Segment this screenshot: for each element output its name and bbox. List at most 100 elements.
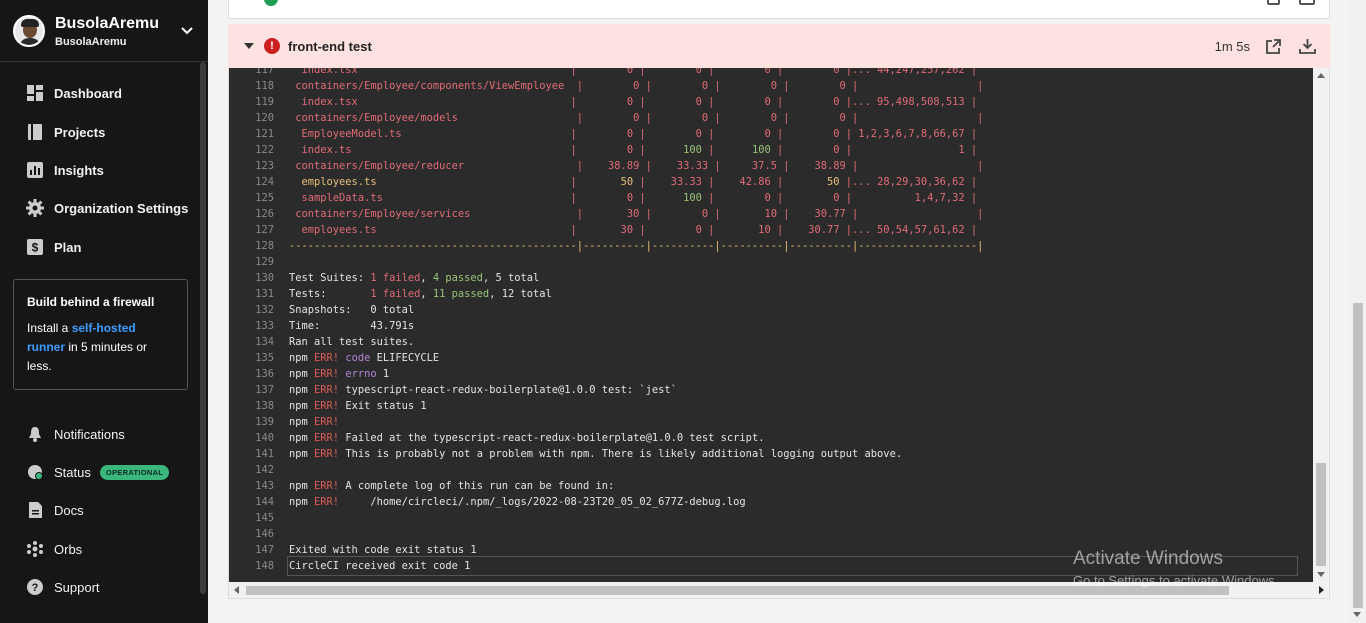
download-icon[interactable] bbox=[1298, 37, 1316, 55]
line-text: employees.ts | 30 | 0 | 10 | 30.77 |... … bbox=[289, 222, 978, 238]
log-segment: ERR! bbox=[314, 368, 340, 380]
log-segment: index.ts bbox=[289, 144, 571, 156]
sidebar-scrollbar[interactable] bbox=[200, 62, 206, 594]
download-icon[interactable] bbox=[1299, 0, 1315, 5]
line-number: 148 bbox=[255, 560, 274, 572]
page-scrollbar[interactable] bbox=[1349, 0, 1366, 623]
line-number: 135 bbox=[255, 352, 274, 364]
line-number: 123 bbox=[255, 160, 274, 172]
line-text: npm ERR! /home/circleci/.npm/_logs/2022-… bbox=[289, 494, 746, 510]
sidebar-item-label: Docs bbox=[54, 502, 84, 518]
previous-step-row[interactable] bbox=[228, 0, 1330, 19]
dashboard-icon bbox=[26, 84, 44, 102]
runner-promo: Build behind a firewall Install a self-h… bbox=[13, 279, 188, 390]
dollar-icon: $ bbox=[26, 238, 44, 256]
line-number: 125 bbox=[255, 192, 274, 204]
line-text: Tests: 1 failed, 11 passed, 12 total bbox=[289, 286, 552, 302]
log-segment: ----------------------------------------… bbox=[289, 240, 984, 252]
line-text: Time: 43.791s bbox=[289, 318, 414, 334]
org-switcher[interactable]: BusolaAremu BusolaAremu bbox=[0, 0, 208, 62]
log-line: 133 Time: 43.791s bbox=[229, 318, 1296, 334]
log-segment: | 0 | 0 | 1,4,7,32 | bbox=[708, 192, 978, 204]
document-icon bbox=[26, 501, 44, 519]
line-text: npm ERR! Exit status 1 bbox=[289, 398, 427, 414]
scroll-down-icon[interactable] bbox=[1317, 572, 1325, 577]
status-badge: OPERATIONAL bbox=[99, 464, 170, 480]
log-segment: npm bbox=[289, 480, 315, 492]
line-number: 117 bbox=[255, 68, 274, 76]
scroll-right-icon[interactable] bbox=[1319, 586, 1324, 594]
scroll-down-icon[interactable] bbox=[1353, 612, 1361, 617]
line-number: 134 bbox=[255, 336, 274, 348]
log-segment: index.tsx bbox=[289, 96, 571, 108]
avatar bbox=[13, 14, 45, 47]
line-text: npm ERR! A complete log of this run can … bbox=[289, 478, 614, 494]
line-number: 131 bbox=[255, 288, 274, 300]
line-text: containers/Employee/components/ViewEmplo… bbox=[289, 78, 983, 94]
sidebar-item-status[interactable]: Status OPERATIONAL bbox=[26, 462, 170, 482]
line-number: 138 bbox=[255, 400, 274, 412]
scroll-left-icon[interactable] bbox=[234, 586, 239, 594]
promo-text: Install a bbox=[27, 321, 72, 335]
scroll-thumb[interactable] bbox=[1353, 303, 1363, 608]
line-number: 130 bbox=[255, 272, 274, 284]
log-segment: EmployeeModel.ts bbox=[289, 128, 571, 140]
log-segment: , bbox=[420, 288, 433, 300]
line-text: Ran all test suites. bbox=[289, 334, 414, 350]
log-vertical-scrollbar[interactable] bbox=[1313, 68, 1329, 582]
line-number: 141 bbox=[255, 448, 274, 460]
line-text: Exited with code exit status 1 bbox=[289, 542, 477, 558]
sidebar-item-support[interactable]: ? Support bbox=[26, 577, 100, 597]
line-number: 129 bbox=[255, 256, 274, 268]
log-horizontal-scrollbar[interactable] bbox=[228, 582, 1330, 599]
log-segment: 50 bbox=[576, 176, 640, 188]
chevron-down-icon[interactable] bbox=[180, 24, 194, 38]
sidebar-item-org-settings[interactable]: Organization Settings bbox=[26, 198, 188, 218]
line-number: 118 bbox=[255, 80, 274, 92]
open-new-window-icon[interactable] bbox=[1267, 0, 1280, 5]
gear-icon bbox=[26, 199, 44, 217]
log-line: 145 bbox=[229, 510, 1296, 526]
sidebar-item-notifications[interactable]: Notifications bbox=[26, 424, 125, 444]
log-segment: | 0 | 1 | bbox=[776, 144, 978, 156]
scroll-up-icon[interactable] bbox=[1317, 73, 1325, 78]
log-segment: ERR! bbox=[314, 352, 340, 364]
log-segment: errno bbox=[345, 368, 377, 380]
log-line: 137 npm ERR! typescript-react-redux-boile… bbox=[229, 382, 1296, 398]
sidebar-item-plan[interactable]: $ Plan bbox=[26, 237, 81, 257]
line-number: 139 bbox=[255, 416, 274, 428]
log-segment: npm bbox=[289, 384, 315, 396]
log-segment: | 0 | 0 | 0 | 0 | | bbox=[570, 80, 984, 92]
caret-down-icon[interactable] bbox=[244, 43, 254, 49]
line-text: ----------------------------------------… bbox=[289, 238, 983, 254]
log-segment: | 33.33 | 42.86 | bbox=[639, 176, 784, 188]
scroll-thumb[interactable] bbox=[1316, 463, 1326, 566]
scroll-thumb[interactable] bbox=[246, 586, 1229, 595]
line-number: 143 bbox=[255, 480, 274, 492]
log-segment: Failed at the typescript-react-redux-boi… bbox=[339, 432, 765, 444]
sidebar-item-orbs[interactable]: Orbs bbox=[26, 539, 82, 559]
log-segment: | 38.89 | 33.33 | 37.5 | 38.89 | | bbox=[570, 160, 984, 172]
log-segment: |... 28,29,30,36,62 | bbox=[845, 176, 978, 188]
log-segment: containers/Employee/reducer bbox=[289, 160, 571, 172]
log-line: 128 -------------------------------------… bbox=[229, 238, 1296, 254]
line-number: 120 bbox=[255, 112, 274, 124]
line-text: npm ERR! errno 1 bbox=[289, 366, 389, 382]
sidebar-item-label: Plan bbox=[54, 239, 82, 255]
line-text: containers/Employee/services | 30 | 0 | … bbox=[289, 206, 983, 222]
line-number: 122 bbox=[255, 144, 274, 156]
sidebar-item-dashboard[interactable]: Dashboard bbox=[26, 83, 122, 103]
sidebar-item-label: Organization Settings bbox=[54, 200, 189, 216]
open-new-window-icon[interactable] bbox=[1264, 37, 1282, 55]
sidebar-item-insights[interactable]: Insights bbox=[26, 160, 104, 180]
insights-icon bbox=[26, 161, 44, 179]
log-segment: | 30 | 0 | 10 | 30.77 | | bbox=[570, 208, 984, 220]
step-header[interactable]: ! front-end test 1m 5s bbox=[228, 24, 1330, 68]
log-segment: Tests: bbox=[289, 288, 371, 300]
log-segment: ERR! bbox=[314, 480, 340, 492]
log-segment: npm bbox=[289, 400, 315, 412]
sidebar-item-projects[interactable]: Projects bbox=[26, 122, 105, 142]
sidebar-item-docs[interactable]: Docs bbox=[26, 500, 84, 520]
log-segment: A complete log of this run can be found … bbox=[339, 480, 615, 492]
log-segment: employees.ts bbox=[289, 224, 571, 236]
